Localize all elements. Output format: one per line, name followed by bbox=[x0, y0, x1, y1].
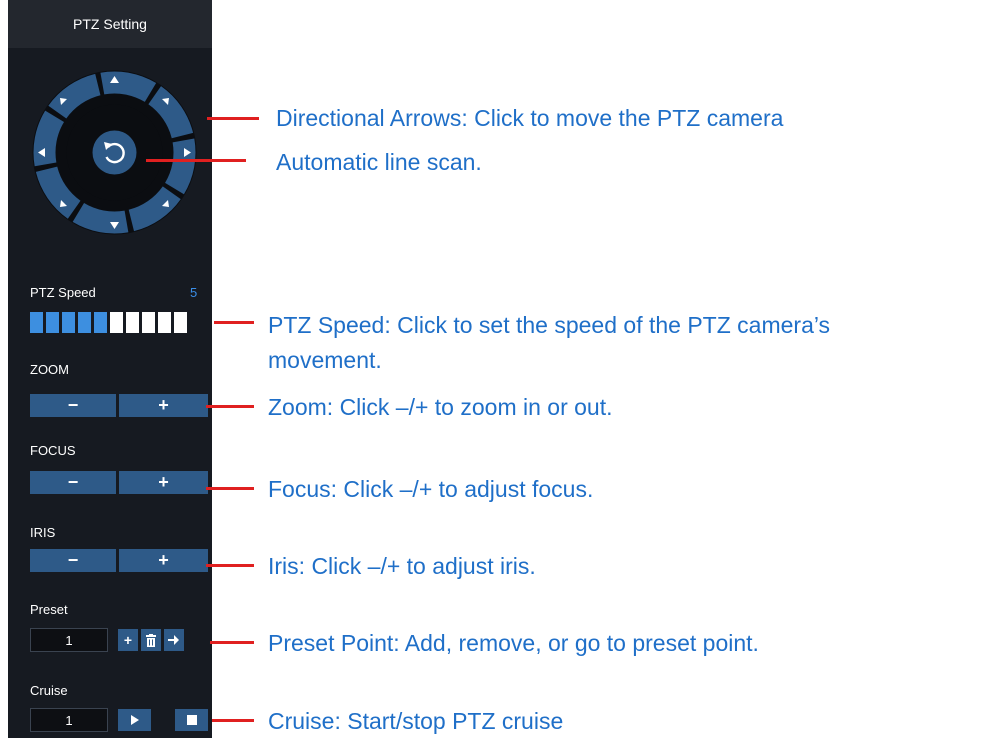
callout-line-cruise bbox=[212, 719, 254, 722]
speed-label: PTZ Speed bbox=[30, 285, 96, 300]
directional-pad bbox=[32, 70, 197, 235]
iris-plus-button[interactable]: + bbox=[119, 549, 208, 572]
play-icon bbox=[130, 715, 139, 725]
speed-bar-8[interactable] bbox=[142, 312, 155, 333]
annotation-zoom: Zoom: Click –/+ to zoom in or out. bbox=[268, 394, 613, 420]
speed-bar-7[interactable] bbox=[126, 312, 139, 333]
preset-goto-button[interactable] bbox=[164, 629, 184, 651]
ptz-panel: PTZ Setting PTZ Speed 5 ZOOM − + FOCUS −… bbox=[8, 0, 212, 738]
stop-icon bbox=[186, 715, 197, 725]
callout-line-directional bbox=[207, 117, 259, 120]
focus-plus-button[interactable]: + bbox=[119, 471, 208, 494]
preset-add-button[interactable]: + bbox=[118, 629, 138, 651]
annotation-iris: Iris: Click –/+ to adjust iris. bbox=[268, 553, 536, 579]
annotation-speed-line2: movement. bbox=[268, 347, 382, 373]
cruise-number-input[interactable]: 1 bbox=[30, 708, 108, 732]
annotation-cruise: Cruise: Start/stop PTZ cruise bbox=[268, 708, 564, 734]
callout-line-focus bbox=[206, 487, 254, 490]
speed-bar-1[interactable] bbox=[30, 312, 43, 333]
preset-label: Preset bbox=[30, 602, 68, 617]
trash-icon bbox=[146, 633, 156, 647]
annotation-focus: Focus: Click –/+ to adjust focus. bbox=[268, 476, 594, 502]
cruise-label: Cruise bbox=[30, 683, 68, 698]
zoom-label: ZOOM bbox=[30, 362, 69, 377]
speed-bar-6[interactable] bbox=[110, 312, 123, 333]
preset-number-input[interactable]: 1 bbox=[30, 628, 108, 652]
speed-bar-9[interactable] bbox=[158, 312, 171, 333]
zoom-out-button[interactable]: − bbox=[30, 394, 116, 417]
focus-label: FOCUS bbox=[30, 443, 76, 458]
annotation-speed-line1: PTZ Speed: Click to set the speed of the… bbox=[268, 312, 831, 338]
speed-bar-2[interactable] bbox=[46, 312, 59, 333]
iris-label: IRIS bbox=[30, 525, 56, 540]
speed-bar-4[interactable] bbox=[78, 312, 91, 333]
cruise-stop-button[interactable] bbox=[175, 709, 208, 731]
zoom-in-button[interactable]: + bbox=[119, 394, 208, 417]
plus-icon: + bbox=[123, 632, 133, 648]
speed-value: 5 bbox=[190, 285, 198, 300]
callout-line-auto-scan bbox=[146, 159, 246, 162]
annotation-preset: Preset Point: Add, remove, or go to pres… bbox=[268, 630, 759, 656]
speed-bar-5[interactable] bbox=[94, 312, 107, 333]
panel-title: PTZ Setting bbox=[8, 0, 212, 48]
speed-bar-10[interactable] bbox=[174, 312, 187, 333]
auto-scan-button[interactable] bbox=[92, 130, 137, 175]
arrow-right-icon bbox=[168, 635, 179, 645]
cruise-start-button[interactable] bbox=[118, 709, 151, 731]
annotation-directional: Directional Arrows: Click to move the PT… bbox=[276, 105, 784, 131]
speed-bar-3[interactable] bbox=[62, 312, 75, 333]
iris-minus-button[interactable]: − bbox=[30, 549, 116, 572]
annotation-auto-scan: Automatic line scan. bbox=[276, 149, 482, 175]
focus-minus-button[interactable]: − bbox=[30, 471, 116, 494]
callout-line-zoom bbox=[206, 405, 254, 408]
callout-line-preset bbox=[210, 641, 254, 644]
callout-line-speed bbox=[214, 321, 254, 324]
preset-delete-button[interactable] bbox=[141, 629, 161, 651]
speed-selector[interactable] bbox=[30, 312, 190, 333]
callout-line-iris bbox=[206, 564, 254, 567]
